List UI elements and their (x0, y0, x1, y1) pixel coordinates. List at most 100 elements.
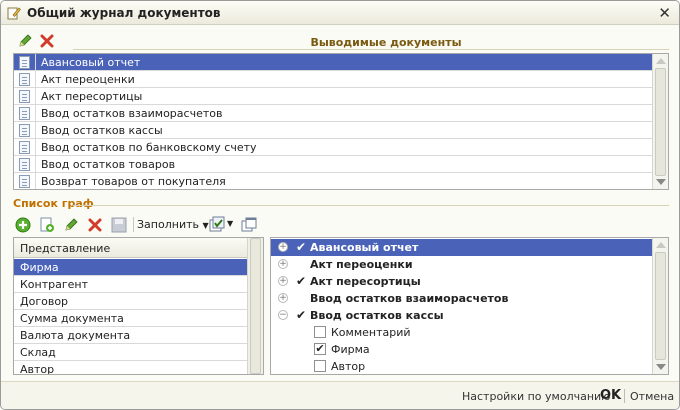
windows-icon[interactable] (239, 215, 259, 235)
tree-document-row[interactable]: − ✔ Ввод остатков кассы (271, 307, 653, 324)
document-label: Авансовый отчет (41, 56, 141, 69)
caption-divider (73, 49, 669, 50)
dialog-footer: Настройки по умолчанию OK Отмена (1, 381, 679, 409)
columns-toolbar: Заполнить ▼ ▼ (13, 215, 273, 235)
tree-document-row[interactable]: + Ввод остатков взаиморасчетов (271, 290, 653, 307)
document-label: Акт пересортицы (41, 90, 143, 103)
document-icon (19, 107, 30, 120)
document-row[interactable]: Ввод остатков по банковскому счету (14, 139, 652, 156)
documents-list[interactable]: Авансовый отчет Акт переоценки Акт пересор… (13, 53, 669, 190)
document-row[interactable]: Авансовый отчет (14, 54, 652, 71)
columns-tree[interactable]: + ✔ Авансовый отчет + Акт переоценки + ✔ Акт пе… (270, 237, 669, 375)
expand-toggle-icon[interactable]: + (278, 276, 288, 286)
add-icon[interactable] (13, 215, 33, 235)
expand-toggle-icon[interactable]: + (278, 293, 288, 303)
tree-field-row[interactable]: Автор (271, 358, 653, 374)
tree-document-row[interactable]: + ✔ Авансовый отчет (271, 239, 653, 256)
tree-field-row[interactable]: ✔ Фирма (271, 341, 653, 358)
field-row[interactable]: Контрагент (14, 276, 248, 293)
field-checkbox[interactable] (314, 326, 326, 338)
field-row[interactable]: Склад (14, 344, 248, 361)
tree-scrollbar[interactable] (652, 238, 668, 374)
field-checkbox[interactable] (314, 360, 326, 372)
scroll-down-icon[interactable] (656, 179, 666, 185)
title-bar: Общий журнал документов ✕ (1, 1, 679, 25)
tree-scroll-down-icon[interactable] (656, 364, 666, 370)
tree-label: Акт переоценки (310, 258, 413, 271)
tree-document-row[interactable]: + ✔ Акт пересортицы (271, 273, 653, 290)
tree-label: Ввод остатков кассы (310, 309, 444, 322)
checkmark-icon[interactable]: ✔ (296, 274, 306, 288)
disk-icon[interactable] (109, 215, 129, 235)
document-label: Ввод остатков кассы (41, 124, 163, 137)
docs-toolbar: Выводимые документы (13, 31, 669, 51)
expand-toggle-icon[interactable]: − (278, 310, 288, 320)
field-checkbox[interactable]: ✔ (314, 343, 326, 355)
close-button[interactable]: ✕ (658, 4, 671, 22)
tree-scroll-thumb[interactable] (655, 252, 666, 360)
field-row[interactable]: Фирма (14, 259, 248, 276)
tree-document-row[interactable]: + Акт переоценки (271, 256, 653, 273)
document-icon (19, 90, 30, 103)
document-row[interactable]: Акт пересортицы (14, 88, 652, 105)
cell-divider (35, 173, 36, 189)
check-list-icon[interactable] (207, 215, 227, 235)
document-row[interactable]: Ввод остатков товаров (14, 156, 652, 173)
document-icon (19, 124, 30, 137)
journal-settings-window: Общий журнал документов ✕ Выводимые доку… (0, 0, 680, 410)
cell-divider (35, 88, 36, 105)
expand-toggle-icon[interactable]: + (278, 242, 288, 252)
document-label: Ввод остатков взаиморасчетов (41, 107, 223, 120)
fill-menu-button[interactable]: Заполнить ▼ (137, 218, 209, 231)
remove-icon[interactable] (85, 215, 105, 235)
fields-scrollbar[interactable] (247, 238, 263, 374)
columns-caption-divider (73, 205, 669, 206)
document-row[interactable]: Возврат товаров от покупателя (14, 173, 652, 189)
delete-icon[interactable] (37, 31, 57, 51)
document-row[interactable]: Акт переоценки (14, 71, 652, 88)
fields-column-header[interactable]: Представление (14, 238, 248, 258)
tree-label: Авансовый отчет (310, 241, 419, 254)
cell-divider (35, 105, 36, 122)
cell-divider (35, 54, 36, 71)
tree-label: Акт пересортицы (310, 275, 421, 288)
field-row[interactable]: Автор (14, 361, 248, 374)
check-dropdown-arrow-icon[interactable]: ▼ (227, 219, 233, 228)
fields-list[interactable]: Представление Фирма Контрагент Договор Сумм… (13, 237, 264, 375)
tree-label: Фирма (331, 343, 370, 356)
document-label: Акт переоценки (41, 73, 135, 86)
copy-icon[interactable] (37, 215, 57, 235)
tree-field-row[interactable]: Комментарий (271, 324, 653, 341)
footer-separator (624, 389, 625, 403)
tree-label: Ввод остатков взаиморасчетов (310, 292, 509, 305)
cancel-button[interactable]: Отмена (630, 390, 674, 403)
field-row[interactable]: Договор (14, 293, 248, 310)
documents-scrollbar[interactable] (652, 54, 668, 189)
tree-label: Комментарий (331, 326, 411, 339)
scroll-up-icon[interactable] (656, 58, 666, 64)
toolbar-separator (133, 217, 134, 232)
field-row[interactable]: Валюта документа (14, 327, 248, 344)
document-row[interactable]: Ввод остатков взаиморасчетов (14, 105, 652, 122)
journal-icon (7, 7, 21, 20)
ok-button[interactable]: OK (600, 388, 621, 403)
document-label: Ввод остатков по банковскому счету (41, 141, 257, 154)
document-row[interactable]: Ввод остатков кассы (14, 122, 652, 139)
pencil-icon[interactable] (15, 31, 35, 51)
document-icon (19, 56, 30, 69)
scroll-thumb[interactable] (655, 68, 666, 176)
docs-caption: Выводимые документы (310, 36, 462, 49)
fill-menu-label: Заполнить (137, 218, 199, 231)
cell-divider (35, 122, 36, 139)
fields-scroll-thumb[interactable] (250, 238, 261, 374)
defaults-button[interactable]: Настройки по умолчанию (462, 390, 610, 403)
document-label: Ввод остатков товаров (41, 158, 176, 171)
tree-scroll-up-icon[interactable] (656, 242, 666, 248)
expand-toggle-icon[interactable]: + (278, 259, 288, 269)
checkmark-icon[interactable]: ✔ (296, 308, 306, 322)
field-row[interactable]: Сумма документа (14, 310, 248, 327)
edit-icon[interactable] (61, 215, 81, 235)
checkmark-icon[interactable]: ✔ (296, 240, 306, 254)
cell-divider (35, 156, 36, 173)
document-icon (19, 73, 30, 86)
